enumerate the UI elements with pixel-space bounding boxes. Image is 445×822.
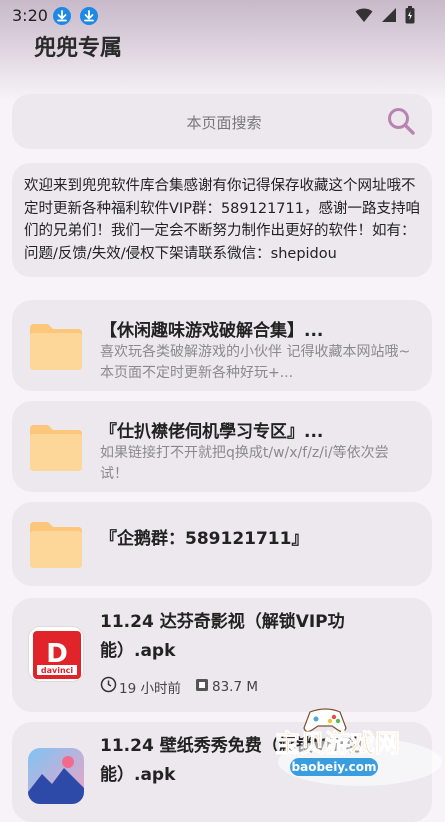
folder-description: 喜欢玩各类破解游戏的小伙伴 记得收藏本网站哦~本页面不定时更新各种好玩+...: [100, 344, 411, 381]
watermark-logo: 宝贝游戏网 baobeiy.com: [270, 706, 445, 791]
watermark-text: 宝贝游戏网: [275, 729, 400, 758]
file-size: 83.7 M: [211, 678, 258, 695]
download-icon: [53, 7, 71, 25]
signal-icon: [381, 7, 397, 27]
battery-icon: [405, 6, 415, 28]
search-input[interactable]: [12, 94, 436, 151]
watermark-url: baobeiy.com: [292, 760, 377, 774]
app-title: 兜兜专属: [34, 36, 123, 61]
search-icon[interactable]: [386, 106, 416, 140]
notice-text: 欢迎来到兜兜软件库合集感谢有你记得保存收藏这个网址哦不定时更新各种福利软件VIP…: [12, 163, 432, 277]
folder-card[interactable]: 【休闲趣味游戏破解合集】... 喜欢玩各类破解游戏的小伙伴 记得收藏本网站哦~本…: [12, 300, 432, 391]
status-bar: 3:20: [0, 0, 445, 30]
file-meta: 19 小时前 83.7 M: [100, 676, 258, 697]
folder-icon: [28, 518, 84, 574]
folder-icon: [28, 320, 84, 376]
folder-description: 如果链接打不开就把q换成t/w/x/f/z/i/等依次尝试！: [100, 445, 389, 482]
davinci-app-icon: D davinci: [28, 626, 84, 682]
folder-title: 【休闲趣味游戏破解合集】...: [100, 321, 324, 341]
file-time: 19 小时前: [119, 680, 181, 697]
file-title: 11.24 达芬奇影视（解锁VIP功能）.apk: [100, 612, 345, 661]
davinci-icon-letter: D: [46, 639, 68, 669]
folder-title: 『仕扒襟佬伺机學习专区』...: [100, 422, 324, 442]
wallpaper-app-icon: [28, 748, 84, 804]
folder-card[interactable]: 『企鹅群：589121711』: [12, 502, 432, 586]
folder-title: 『企鹅群：589121711』: [100, 529, 309, 549]
folder-icon: [28, 421, 84, 477]
search-bar[interactable]: [12, 94, 436, 151]
clock-icon: [100, 676, 117, 697]
wifi-icon: [355, 7, 373, 27]
folder-card[interactable]: 『仕扒襟佬伺机學习专区』... 如果链接打不开就把q换成t/w/x/f/z/i/…: [12, 401, 432, 492]
download-icon: [80, 7, 98, 25]
file-size-icon: [195, 678, 209, 696]
status-time: 3:20: [12, 6, 48, 25]
davinci-icon-label: davinci: [41, 666, 74, 675]
